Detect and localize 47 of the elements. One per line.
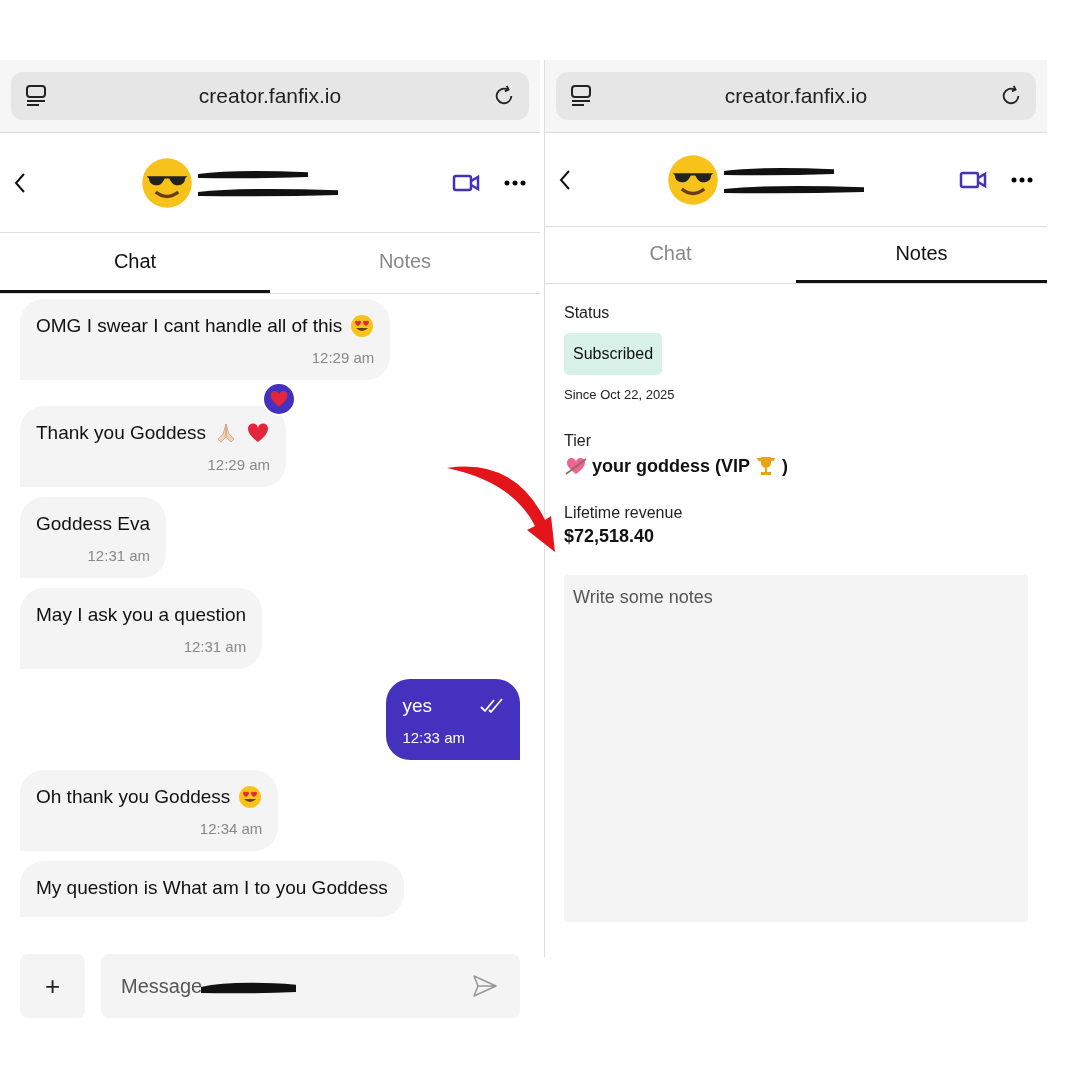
message-time: 12:31 am [183, 638, 247, 655]
since-date: Since Oct 22, 2025 [564, 387, 676, 402]
notes-field[interactable]: Write some notes [564, 575, 1028, 922]
message-text: My question is What am I to you Goddess [36, 876, 388, 900]
video-call-icon[interactable] [959, 169, 987, 190]
status-badge: Subscribed [564, 333, 663, 375]
heart-eyes-emoji-icon [238, 785, 263, 809]
message-text: Goddess Eva [36, 512, 151, 536]
tier-suffix: ) [782, 455, 789, 477]
status-label: Status [564, 304, 611, 322]
video-call-icon[interactable] [452, 172, 480, 193]
sunglasses-emoji-icon [666, 152, 720, 207]
reader-icon [570, 84, 592, 108]
message-text: May I ask you a question [36, 603, 247, 627]
url-text: creator.fanfix.io [198, 84, 342, 108]
message-text: OMG I swear I cant handle all of this [36, 314, 343, 338]
heart-eyes-emoji-icon [350, 314, 375, 338]
message-time: 12:34 am [199, 820, 263, 837]
message-time: 12:31 am [87, 547, 151, 564]
reader-icon [25, 84, 47, 108]
message-field[interactable]: Message [101, 954, 520, 1018]
heart-icon [246, 421, 271, 445]
tab[interactable]: Notes [270, 233, 540, 293]
message-time: 12:29 am [311, 349, 375, 366]
heart-icon [269, 389, 290, 409]
more-icon[interactable] [504, 179, 526, 186]
message-text: yes [402, 694, 432, 718]
more-icon[interactable] [1011, 176, 1033, 183]
sunglasses-emoji-icon [140, 155, 194, 210]
tier-label: Tier [564, 432, 592, 450]
tab[interactable]: Notes [796, 227, 1047, 283]
send-icon[interactable] [472, 974, 498, 998]
tier-value: your goddess (VIP [592, 455, 751, 477]
message-text: Thank you Goddess [36, 421, 207, 445]
tab[interactable]: Chat [0, 233, 270, 293]
address-bar[interactable]: creator.fanfix.io [11, 72, 529, 120]
message-text: Oh thank you Goddess [36, 785, 231, 809]
back-icon[interactable] [14, 171, 26, 194]
tab[interactable]: Chat [545, 227, 796, 283]
url-text: creator.fanfix.io [724, 84, 868, 108]
revenue-value: $72,518.40 [564, 526, 656, 547]
back-icon[interactable] [559, 168, 571, 191]
message-time: 12:33 am [402, 729, 465, 746]
address-bar[interactable]: creator.fanfix.io [556, 72, 1036, 120]
add-button[interactable]: + [20, 954, 85, 1018]
message-time: 12:29 am [207, 456, 271, 473]
revenue-label: Lifetime revenue [564, 504, 684, 522]
